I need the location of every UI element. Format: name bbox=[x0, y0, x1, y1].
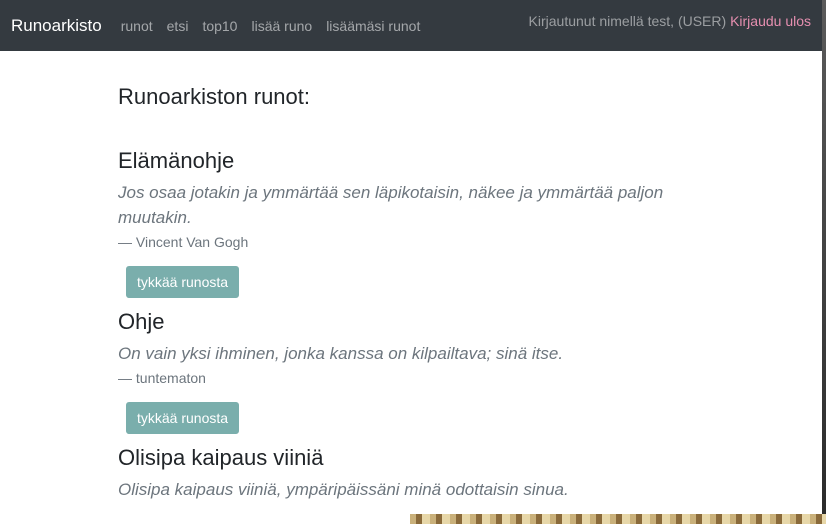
nav-link-top10[interactable]: top10 bbox=[202, 18, 237, 34]
poem-text: Olisipa kaipaus viiniä, ympäripäissäni m… bbox=[118, 480, 569, 499]
user-status: Kirjautunut nimellä test, (USER) Kirjaud… bbox=[529, 13, 811, 29]
poem-author: — tuntematon bbox=[118, 370, 206, 386]
poem-card: Elämänohje Jos osaa jotakin ja ymmärtää … bbox=[118, 147, 708, 298]
like-poem-button[interactable]: tykkää runosta bbox=[126, 402, 240, 434]
browser-window: Runoarkisto runot etsi top10 lisää runo … bbox=[0, 0, 822, 524]
desktop-background-strip bbox=[410, 514, 826, 524]
poem-author: — Vincent Van Gogh bbox=[118, 234, 249, 250]
nav-link-add-poem[interactable]: lisää runo bbox=[251, 18, 312, 34]
brand-link[interactable]: Runoarkisto bbox=[11, 16, 102, 36]
page-title: Runoarkiston runot: bbox=[118, 84, 310, 109]
nav-link-runot[interactable]: runot bbox=[121, 18, 153, 34]
poem-title: Ohje bbox=[118, 309, 165, 334]
like-poem-button[interactable]: tykkää runosta bbox=[126, 266, 240, 298]
poem-text: On vain yksi ihminen, jonka kanssa on ki… bbox=[118, 344, 564, 363]
poem-text: Jos osaa jotakin ja ymmärtää sen läpikot… bbox=[118, 183, 664, 227]
top-navbar: Runoarkisto runot etsi top10 lisää runo … bbox=[0, 0, 822, 51]
nav-link-etsi[interactable]: etsi bbox=[167, 18, 189, 34]
poem-author-name: tuntematon bbox=[135, 370, 206, 386]
main-content: Runoarkiston runot: Elämänohje Jos osaa … bbox=[118, 51, 708, 502]
poem-author-name: Vincent Van Gogh bbox=[135, 234, 249, 250]
poem-card: Olisipa kaipaus viiniä Olisipa kaipaus v… bbox=[118, 444, 708, 502]
logout-link[interactable]: Kirjaudu ulos bbox=[730, 13, 811, 29]
desktop-background-edge bbox=[822, 0, 826, 524]
poem-title: Olisipa kaipaus viiniä bbox=[118, 445, 324, 470]
poem-card: Ohje On vain yksi ihminen, jonka kanssa … bbox=[118, 308, 708, 434]
poem-title: Elämänohje bbox=[118, 148, 235, 173]
login-status-text: Kirjautunut nimellä test, (USER) bbox=[528, 13, 727, 29]
nav-link-my-poems[interactable]: lisäämäsi runot bbox=[326, 18, 420, 34]
